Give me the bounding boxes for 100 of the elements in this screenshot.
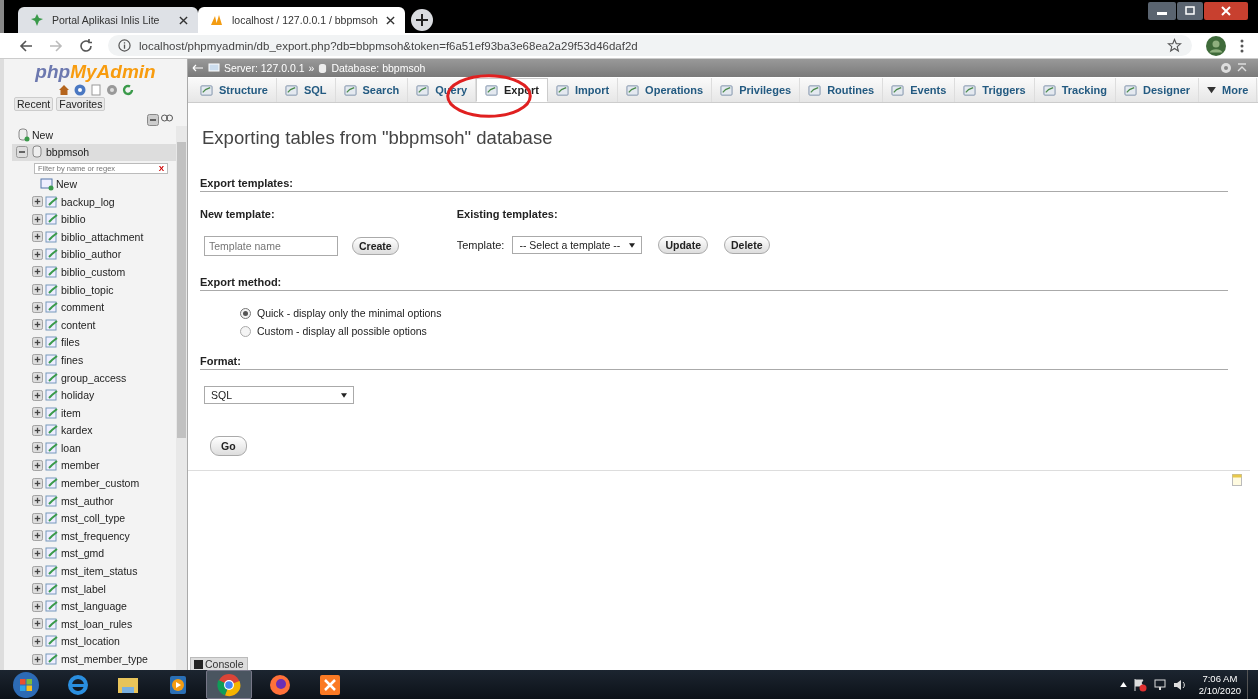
sidebar-tab[interactable]: Favorites	[56, 97, 106, 111]
expander-icon[interactable]	[32, 196, 43, 208]
nav-tab[interactable]: Structure	[192, 78, 277, 102]
close-icon[interactable]	[385, 15, 395, 25]
restore-icon[interactable]	[1177, 2, 1203, 20]
tree-item[interactable]: mst_gmd	[61, 547, 105, 560]
nav-tab[interactable]: Search	[335, 78, 409, 102]
address-field[interactable]: localhost/phpmyadmin/db_export.php?db=bbpmsoh&token=f6a51ef93ba3e68ea2a29f53d46daf2d	[108, 35, 1192, 56]
profile-avatar[interactable]	[1206, 35, 1226, 56]
tree-item[interactable]: member_custom	[61, 477, 140, 490]
browser-tab[interactable]: localhost / 127.0.0.1 / bbpmsoh	[198, 7, 405, 33]
tree-item[interactable]: bbpmsoh	[46, 146, 90, 159]
template-dropdown[interactable]: -- Select a template --	[512, 236, 643, 254]
minimize-icon[interactable]	[1148, 2, 1176, 20]
nav-tab[interactable]: Triggers	[955, 78, 1035, 102]
nav-tab[interactable]: Operations	[618, 78, 713, 102]
show-hidden-icons-icon[interactable]	[1119, 682, 1127, 687]
expander-icon[interactable]	[32, 653, 43, 665]
tree-item[interactable]: biblio_topic	[61, 283, 114, 296]
tree-item[interactable]: group_access	[61, 371, 127, 384]
star-icon[interactable]	[1167, 38, 1182, 53]
collapse-up-icon[interactable]	[1236, 62, 1248, 74]
tree-item[interactable]: biblio	[61, 213, 86, 226]
home-icon[interactable]	[57, 84, 70, 96]
expander-icon[interactable]	[32, 266, 43, 278]
nav-tab[interactable]: More	[1199, 78, 1258, 102]
tree-item[interactable]: fines	[61, 353, 84, 366]
expander-icon[interactable]	[32, 547, 43, 559]
nav-tab[interactable]: Privileges	[712, 78, 801, 102]
template-name-field[interactable]: Template name	[204, 236, 338, 256]
expander-icon[interactable]	[32, 424, 43, 436]
radio-label[interactable]: Custom - display all possible options	[257, 325, 427, 337]
radio-button[interactable]	[240, 307, 251, 319]
console-tab[interactable]: Console	[190, 657, 248, 670]
tree-item[interactable]: member	[61, 459, 100, 472]
create-button[interactable]: Create	[352, 237, 399, 255]
expander-icon[interactable]	[32, 319, 43, 331]
sidebar-tab[interactable]: Recent	[14, 97, 54, 111]
flag-icon[interactable]	[1132, 677, 1147, 692]
back-icon[interactable]	[18, 37, 34, 54]
collapse-arrow-icon[interactable]	[192, 64, 204, 72]
expander-icon[interactable]	[32, 301, 43, 313]
tree-item[interactable]: kardex	[61, 424, 93, 437]
new-tab-icon[interactable]	[410, 9, 433, 31]
expander-icon[interactable]	[32, 372, 43, 383]
expander-icon[interactable]	[32, 618, 43, 630]
expander-icon[interactable]	[32, 231, 43, 243]
volume-icon[interactable]	[1172, 677, 1187, 692]
nav-tab[interactable]: Designer	[1115, 78, 1200, 102]
expander-icon[interactable]	[32, 495, 43, 507]
tree-item[interactable]: mst_member_type	[61, 653, 148, 665]
expander-icon[interactable]	[32, 407, 43, 419]
network-icon[interactable]	[1152, 677, 1167, 692]
expander-icon[interactable]	[32, 600, 43, 612]
expander-icon[interactable]	[32, 213, 43, 225]
tree-item[interactable]: mst_label	[61, 582, 106, 595]
tree-item[interactable]: mst_author	[61, 494, 114, 507]
format-dropdown[interactable]: SQL	[204, 386, 354, 404]
tree-item[interactable]: biblio_attachment	[61, 230, 144, 243]
expander-icon[interactable]	[32, 460, 43, 471]
delete-button[interactable]: Delete	[724, 236, 770, 254]
go-button[interactable]: Go	[210, 436, 247, 456]
tree-item[interactable]: mst_coll_type	[61, 512, 126, 525]
tree-item[interactable]: files	[61, 336, 80, 349]
tree-item[interactable]: mst_location	[61, 635, 120, 648]
tree-item[interactable]: holiday	[61, 389, 95, 402]
expander-icon[interactable]	[32, 284, 43, 296]
reload-icon[interactable]	[121, 84, 134, 96]
tree-item[interactable]: comment	[61, 301, 105, 314]
expander-icon[interactable]	[32, 248, 43, 260]
browser-tab[interactable]: Portal Aplikasi Inlis Lite	[18, 7, 198, 33]
tree-item[interactable]: biblio_custom	[61, 265, 126, 278]
settings-icon[interactable]	[1220, 62, 1232, 74]
expander-icon[interactable]	[32, 354, 43, 366]
start-button[interactable]	[12, 670, 40, 699]
tree-item[interactable]: backup_log	[61, 195, 115, 208]
tree-item[interactable]: item	[61, 406, 81, 419]
update-button[interactable]: Update	[658, 236, 708, 254]
expander-icon[interactable]	[32, 512, 43, 524]
tree-item[interactable]: mst_language	[61, 600, 127, 613]
expander-icon[interactable]	[32, 389, 43, 401]
gear-icon[interactable]	[105, 84, 118, 96]
breadcrumb-link[interactable]: Server: 127.0.0.1	[224, 62, 305, 74]
link-icon[interactable]	[161, 114, 173, 122]
nav-tab[interactable]: Import	[547, 78, 619, 102]
tree-item[interactable]: New	[32, 128, 53, 141]
expander-icon[interactable]	[32, 336, 43, 348]
tree-item[interactable]: loan	[61, 441, 81, 454]
tree-item[interactable]: mst_frequency	[61, 529, 130, 542]
collapse-all-icon[interactable]	[147, 114, 159, 126]
tree-item[interactable]: New	[56, 178, 77, 190]
expander-icon[interactable]	[32, 477, 43, 489]
scrollbar[interactable]	[176, 126, 187, 670]
radio-button[interactable]	[240, 325, 251, 337]
breadcrumb-link[interactable]: Database: bbpmsoh	[331, 62, 426, 74]
expander-icon[interactable]	[32, 583, 43, 595]
expander-icon[interactable]	[16, 146, 28, 159]
reload-icon[interactable]	[78, 37, 94, 54]
tree-item[interactable]: biblio_author	[61, 248, 122, 261]
logo[interactable]: phpMyAdmin	[4, 59, 187, 82]
